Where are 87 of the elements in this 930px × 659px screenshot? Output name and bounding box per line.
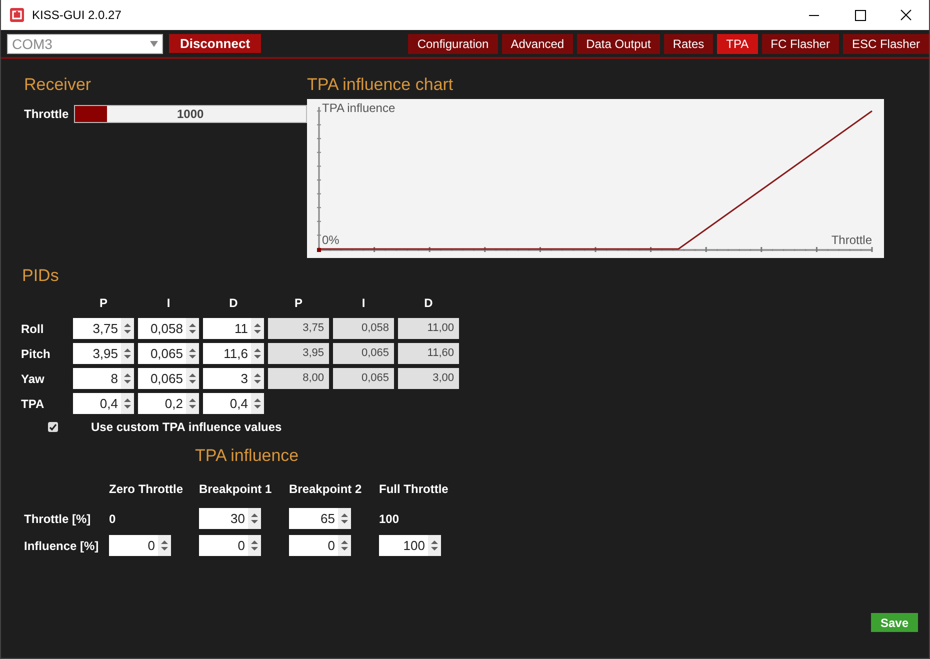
number-field[interactable]: 0,065 <box>138 343 199 364</box>
tab[interactable]: Rates <box>664 34 714 54</box>
rate-value-field: 3,95 <box>268 343 329 364</box>
number-field[interactable]: 8 <box>73 368 134 389</box>
column-header: Full Throttle <box>379 482 450 496</box>
number-field[interactable]: 3,75 <box>73 318 134 339</box>
spinner-icon[interactable] <box>121 318 134 339</box>
app-logo-icon <box>10 8 24 22</box>
tab[interactable]: Configuration <box>408 34 498 54</box>
x-axis-label: Throttle <box>831 233 872 247</box>
section-heading: TPA influence chart <box>307 75 454 95</box>
spinner-icon[interactable] <box>121 343 134 364</box>
number-field[interactable]: 0 <box>109 535 171 556</box>
row-label: Throttle [%] <box>24 512 92 526</box>
tab[interactable]: ESC Flasher <box>842 34 929 54</box>
tab[interactable]: Advanced <box>502 34 574 54</box>
column-header: P <box>293 296 304 310</box>
spinner-icon[interactable] <box>186 343 199 364</box>
checkbox-label: Use custom TPA influence values <box>91 420 282 434</box>
disconnect-button[interactable]: Disconnect <box>169 34 261 53</box>
row-label: Influence [%] <box>24 538 100 552</box>
column-header: Breakpoint 1 <box>199 482 273 496</box>
spinner-icon[interactable] <box>248 508 261 529</box>
spinner-icon[interactable] <box>248 535 261 556</box>
number-field[interactable]: 11 <box>203 318 264 339</box>
number-field[interactable]: 3,95 <box>73 343 134 364</box>
rate-value-field: 0,065 <box>333 368 394 389</box>
section-heading: Receiver <box>24 75 92 95</box>
spinner-icon[interactable] <box>251 393 264 414</box>
number-field[interactable]: 100 <box>379 535 441 556</box>
number-field[interactable]: 0,2 <box>138 393 199 414</box>
spinner-icon[interactable] <box>338 508 351 529</box>
section-heading: PIDs <box>22 266 60 286</box>
rate-value-field: 3,75 <box>268 318 329 339</box>
spinner-icon[interactable] <box>251 343 264 364</box>
spinner-icon[interactable] <box>158 535 171 556</box>
number-field[interactable]: 30 <box>199 508 261 529</box>
channel-label: Throttle <box>24 107 69 121</box>
spinner-icon[interactable] <box>121 393 134 414</box>
checkbox[interactable] <box>48 422 58 432</box>
row-label: TPA <box>21 396 46 410</box>
column-header: Zero Throttle <box>109 482 184 496</box>
spinner-icon[interactable] <box>251 318 264 339</box>
rate-value-field: 0,065 <box>333 343 394 364</box>
spinner-icon[interactable] <box>186 368 199 389</box>
row-label: Pitch <box>21 346 52 360</box>
rate-value-field: 0,058 <box>333 318 394 339</box>
tab[interactable]: FC Flasher <box>762 34 839 54</box>
spinner-icon[interactable] <box>251 368 264 389</box>
column-header: I <box>166 296 172 310</box>
rate-value-field: 8,00 <box>268 368 329 389</box>
window-title: KISS-GUI 2.0.27 <box>32 8 122 22</box>
section-heading: TPA influence <box>195 446 300 466</box>
channel-value: 1000 <box>176 107 204 121</box>
column-header: D <box>423 296 434 310</box>
spinner-icon[interactable] <box>121 368 134 389</box>
tab[interactable]: TPA <box>717 34 758 54</box>
spinner-icon[interactable] <box>186 318 199 339</box>
column-header: Breakpoint 2 <box>289 482 363 496</box>
column-header: P <box>98 296 108 310</box>
y-axis-label: TPA influence <box>322 101 396 115</box>
row-label: Roll <box>21 322 45 336</box>
spinner-icon[interactable] <box>186 393 199 414</box>
number-field[interactable]: 65 <box>289 508 351 529</box>
number-field[interactable]: 0 <box>199 535 261 556</box>
port-select[interactable]: COM3 <box>7 34 163 54</box>
row-label: Yaw <box>21 372 46 386</box>
number-field[interactable]: 0,058 <box>138 318 199 339</box>
column-header: D <box>228 296 239 310</box>
rate-value-field: 11,00 <box>398 318 459 339</box>
origin-label: 0% <box>322 233 340 247</box>
number-field[interactable]: 3 <box>203 368 264 389</box>
rate-value-field: 11,60 <box>398 343 459 364</box>
rate-value-field: 3,00 <box>398 368 459 389</box>
number-field[interactable]: 0,065 <box>138 368 199 389</box>
tab[interactable]: Data Output <box>577 34 660 54</box>
value-text: 0 <box>109 512 117 526</box>
number-field[interactable]: 0,4 <box>203 393 264 414</box>
number-field[interactable]: 0,4 <box>73 393 134 414</box>
spinner-icon[interactable] <box>338 535 351 556</box>
dropdown-caret-icon <box>150 40 158 46</box>
number-field[interactable]: 11,6 <box>203 343 264 364</box>
spinner-icon[interactable] <box>428 535 441 556</box>
column-header: I <box>360 296 366 310</box>
value-text: 100 <box>379 512 400 526</box>
number-field[interactable]: 0 <box>289 535 351 556</box>
origin-point <box>317 248 321 252</box>
